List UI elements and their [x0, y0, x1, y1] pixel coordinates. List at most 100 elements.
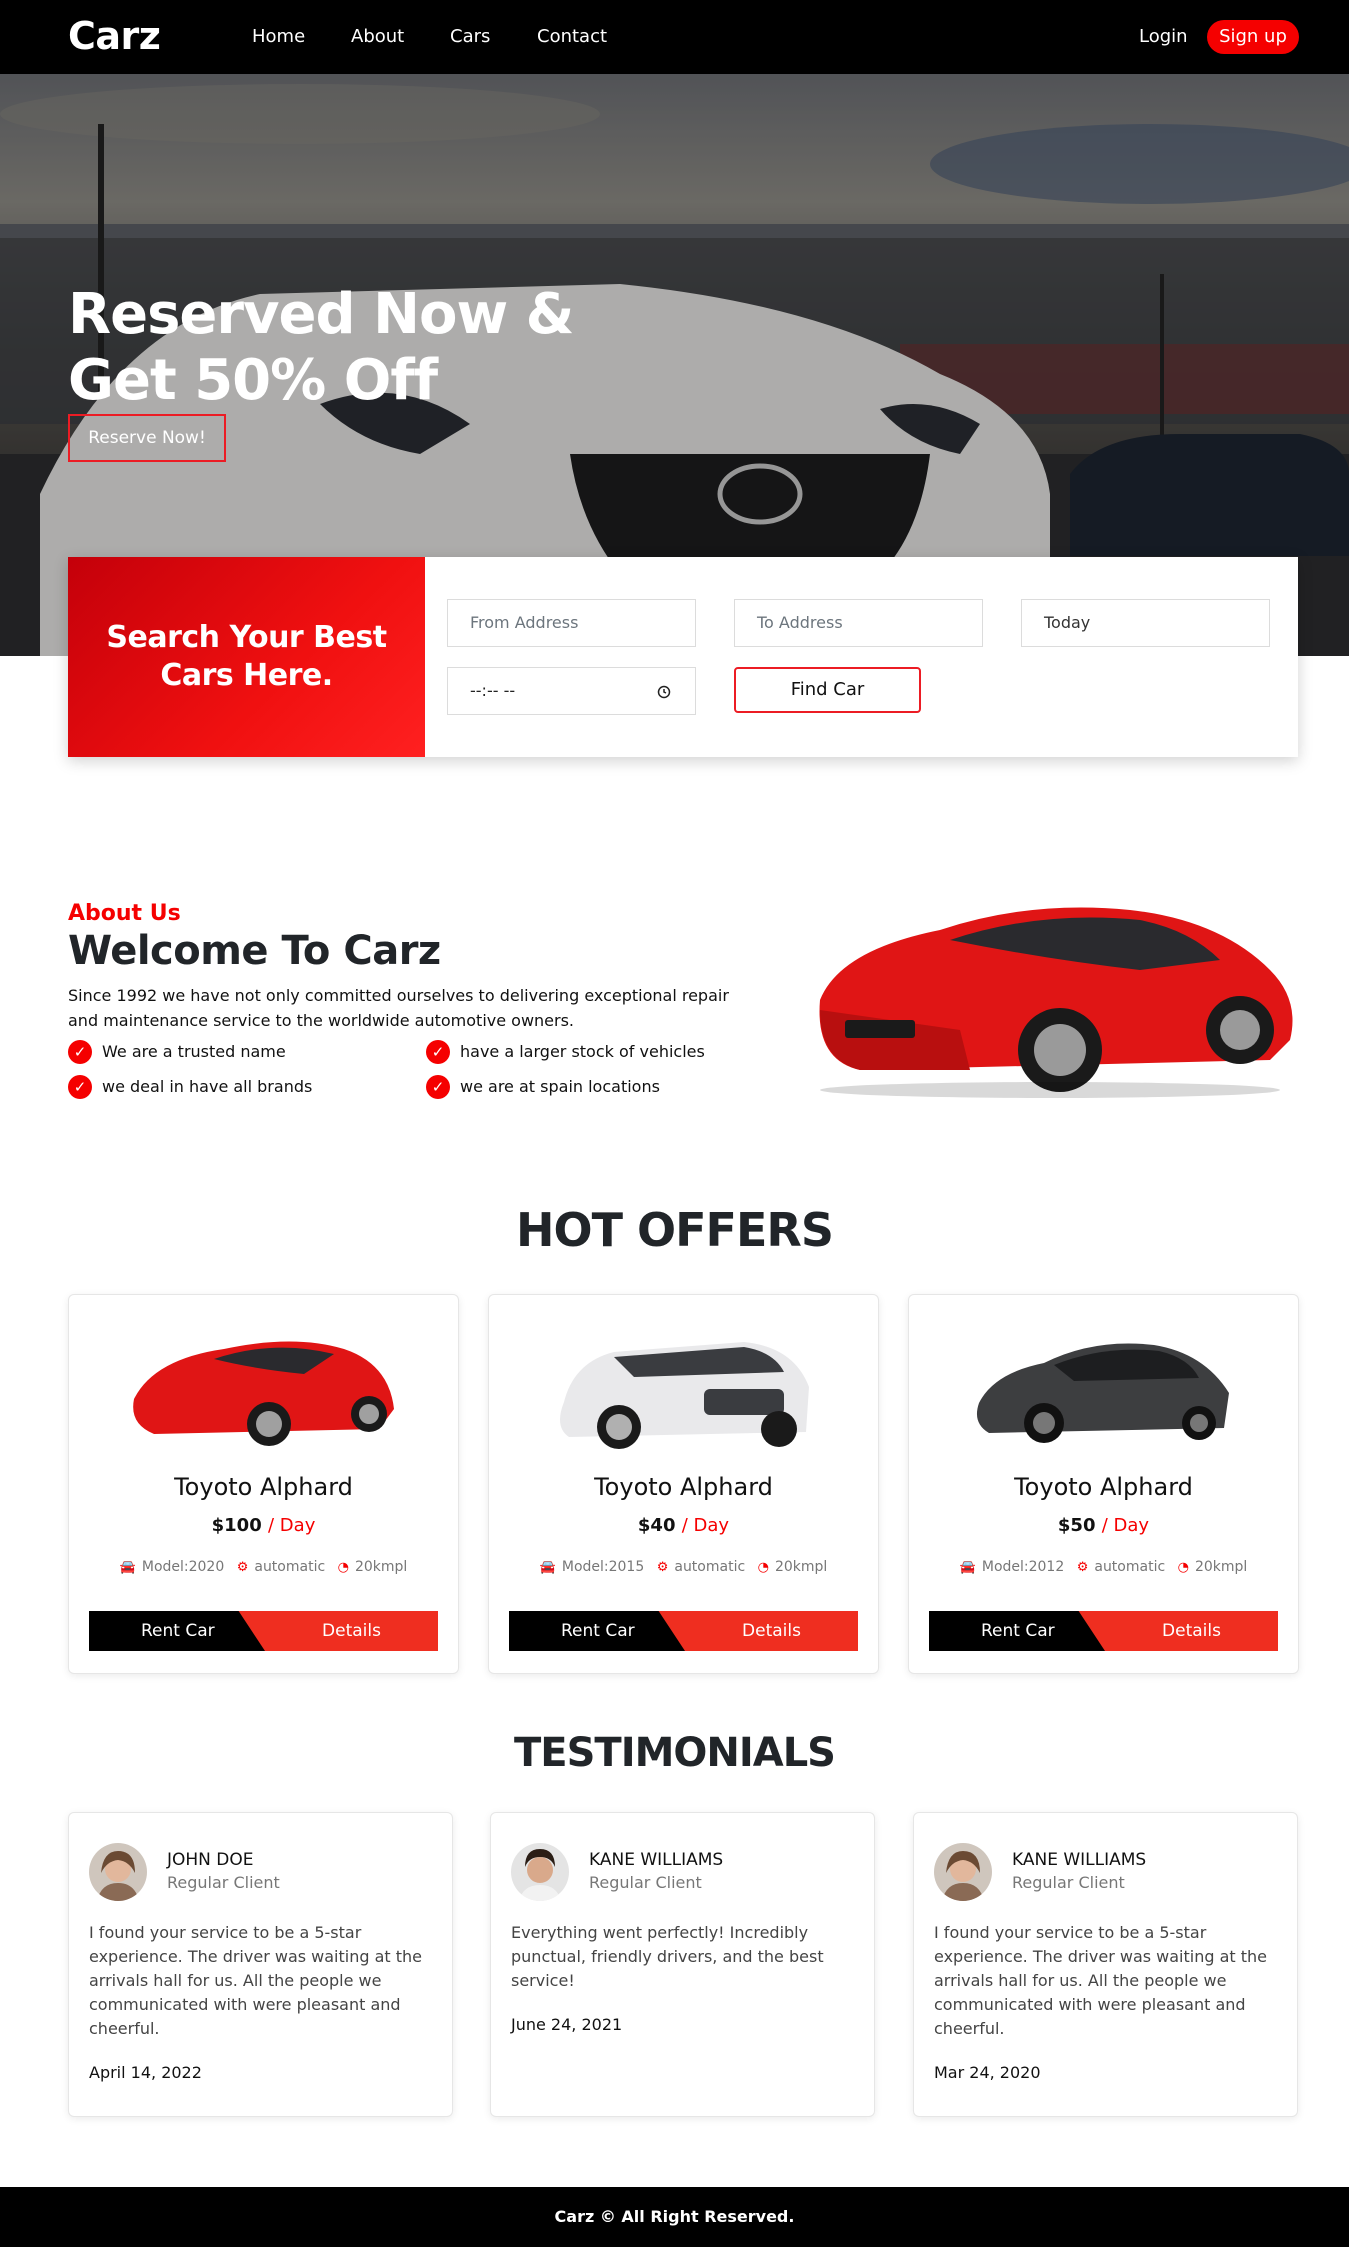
- about-title: Welcome To Carz: [68, 928, 441, 974]
- offer-specs: 🚘 Model:2020 ⚙ automatic ◔ 20kmpl: [69, 1559, 458, 1575]
- testimonial-role: Regular Client: [1012, 1873, 1125, 1892]
- check-circle-icon: ✓: [426, 1040, 450, 1064]
- offer-actions: Rent Car Details: [509, 1611, 858, 1651]
- spec-model: Model:2015: [561, 1559, 645, 1575]
- details-button[interactable]: Details: [685, 1611, 858, 1651]
- check-circle-icon: ✓: [68, 1040, 92, 1064]
- time-value: --:-- --: [470, 681, 516, 700]
- price-unit: / Day: [1101, 1515, 1150, 1536]
- testimonial-role: Regular Client: [167, 1873, 280, 1892]
- rent-car-button[interactable]: Rent Car: [509, 1611, 685, 1651]
- offer-price: $40 / Day: [489, 1515, 878, 1536]
- testimonial-role: Regular Client: [589, 1873, 702, 1892]
- time-input[interactable]: --:-- --: [447, 667, 696, 715]
- testimonial-name: JOHN DOE: [167, 1850, 254, 1870]
- price-unit: / Day: [681, 1515, 730, 1536]
- offer-specs: 🚘 Model:2015 ⚙ automatic ◔ 20kmpl: [489, 1559, 878, 1575]
- offer-car-image: [560, 1342, 809, 1449]
- car-icon: 🚘: [119, 1560, 136, 1575]
- price-value: $50: [1057, 1515, 1096, 1536]
- car-icon: 🚘: [539, 1560, 556, 1575]
- about-check-item: ✓ we are at spain locations: [426, 1075, 660, 1099]
- login-link[interactable]: Login: [1139, 26, 1188, 47]
- rent-car-button[interactable]: Rent Car: [89, 1611, 265, 1651]
- about-description: Since 1992 we have not only committed ou…: [68, 986, 729, 1030]
- about-check-item: ✓ We are a trusted name: [68, 1040, 286, 1064]
- spec-mileage: 20kmpl: [774, 1559, 828, 1575]
- nav-link-home[interactable]: Home: [252, 26, 305, 47]
- spec-model: Model:2012: [981, 1559, 1065, 1575]
- gears-icon: ⚙: [1076, 1560, 1089, 1575]
- details-button[interactable]: Details: [1105, 1611, 1278, 1651]
- spec-mileage: 20kmpl: [1194, 1559, 1248, 1575]
- about-car-image: [819, 907, 1293, 1098]
- check-label: have a larger stock of vehicles: [460, 1042, 705, 1061]
- find-car-button[interactable]: Find Car: [734, 667, 921, 713]
- search-title-line2: Cars Here.: [160, 658, 333, 693]
- offer-car-image: [976, 1343, 1229, 1443]
- testimonial-name: KANE WILLIAMS: [1012, 1850, 1147, 1870]
- offer-actions: Rent Car Details: [929, 1611, 1278, 1651]
- to-address-input[interactable]: To Address: [734, 599, 983, 647]
- about-check-item: ✓ we deal in have all brands: [68, 1075, 312, 1099]
- speedometer-icon: ◔: [757, 1560, 769, 1575]
- check-label: we are at spain locations: [460, 1077, 660, 1096]
- testimonial-card: KANE WILLIAMS Regular Client I found you…: [913, 1812, 1298, 2117]
- check-circle-icon: ✓: [68, 1075, 92, 1099]
- offer-card: Toyoto Alphard $50 / Day 🚘 Model:2012 ⚙ au…: [908, 1294, 1299, 1674]
- price-value: $40: [637, 1515, 676, 1536]
- nav-link-cars[interactable]: Cars: [450, 26, 490, 47]
- reserve-now-button[interactable]: Reserve Now!: [68, 414, 226, 462]
- footer: Carz © All Right Reserved.: [0, 2187, 1349, 2247]
- car-icon: 🚘: [959, 1560, 976, 1575]
- search-panel: Search Your Best Cars Here. From Address…: [68, 557, 1298, 757]
- testimonial-card: JOHN DOE Regular Client I found your ser…: [68, 1812, 453, 2117]
- gears-icon: ⚙: [236, 1560, 249, 1575]
- offer-name: Toyoto Alphard: [1014, 1473, 1193, 1501]
- testimonial-date: Mar 24, 2020: [934, 2063, 1041, 2082]
- offer-card: Toyoto Alphard $100 / Day 🚘 Model:2020 ⚙ a…: [68, 1294, 459, 1674]
- date-input[interactable]: Today: [1021, 599, 1270, 647]
- nav-link-about[interactable]: About: [351, 26, 404, 47]
- clock-icon: [657, 685, 671, 699]
- hot-offers-title: HOT OFFERS: [516, 1203, 834, 1257]
- testimonials-title: TESTIMONIALS: [513, 1730, 836, 1776]
- testimonial-text: I found your service to be a 5-star expe…: [934, 1923, 1268, 2038]
- about-kicker: About Us: [68, 901, 181, 926]
- hero-title-line2: Get 50% Off: [68, 348, 438, 413]
- offer-car-image: [133, 1341, 394, 1446]
- hero-title-line1: Reserved Now &: [68, 282, 575, 347]
- testimonial-text: Everything went perfectly! Incredibly pu…: [511, 1923, 824, 1990]
- details-button[interactable]: Details: [265, 1611, 438, 1651]
- avatar: [511, 1843, 569, 1901]
- check-label: We are a trusted name: [102, 1042, 286, 1061]
- search-title-line1: Search Your Best: [106, 620, 387, 655]
- offer-price: $100 / Day: [69, 1515, 458, 1536]
- testimonial-date: April 14, 2022: [89, 2063, 202, 2082]
- brand-logo[interactable]: Carz: [68, 14, 161, 58]
- testimonial-date: June 24, 2021: [511, 2015, 623, 2034]
- price-unit: / Day: [268, 1515, 316, 1536]
- rent-car-button[interactable]: Rent Car: [929, 1611, 1105, 1651]
- from-address-input[interactable]: From Address: [447, 599, 696, 647]
- spec-transmission: automatic: [254, 1559, 326, 1575]
- offer-name: Toyoto Alphard: [594, 1473, 773, 1501]
- search-title: Search Your Best Cars Here.: [68, 619, 425, 695]
- nav-link-contact[interactable]: Contact: [537, 26, 607, 47]
- about-check-item: ✓ have a larger stock of vehicles: [426, 1040, 705, 1064]
- gears-icon: ⚙: [656, 1560, 669, 1575]
- offer-card: Toyoto Alphard $40 / Day 🚘 Model:2015 ⚙ au…: [488, 1294, 879, 1674]
- offer-name: Toyoto Alphard: [174, 1473, 353, 1501]
- spec-model: Model:2020: [141, 1559, 225, 1575]
- hero-title: Reserved Now & Get 50% Off: [68, 282, 575, 414]
- price-value: $100: [211, 1515, 262, 1536]
- avatar: [934, 1843, 992, 1901]
- check-circle-icon: ✓: [426, 1075, 450, 1099]
- signup-button[interactable]: Sign up: [1207, 20, 1299, 54]
- testimonial-name: KANE WILLIAMS: [589, 1850, 724, 1870]
- navbar: Carz Home About Cars Contact Login Sign …: [0, 0, 1349, 74]
- footer-copyright: Carz © All Right Reserved.: [554, 2207, 795, 2226]
- speedometer-icon: ◔: [1177, 1560, 1189, 1575]
- offer-price: $50 / Day: [909, 1515, 1298, 1536]
- offer-specs: 🚘 Model:2012 ⚙ automatic ◔ 20kmpl: [909, 1559, 1298, 1575]
